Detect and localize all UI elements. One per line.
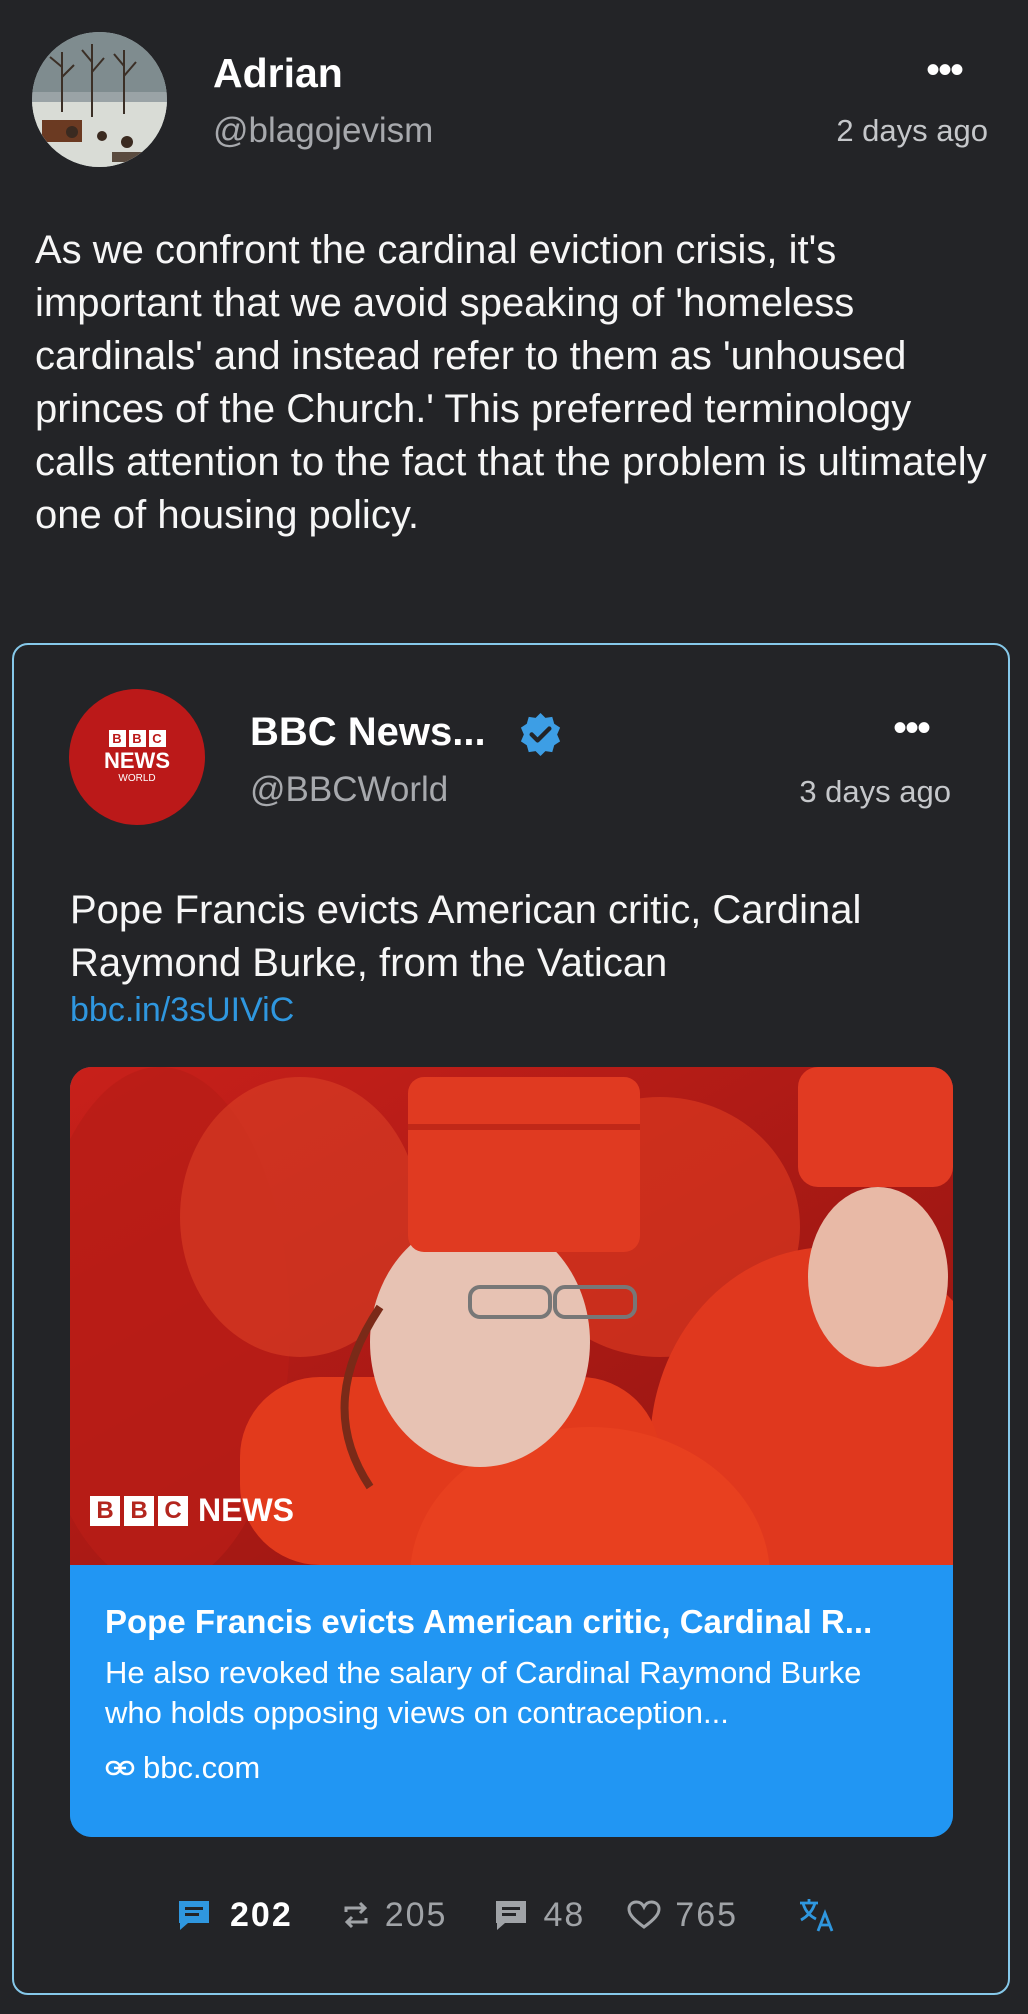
post-timestamp: 2 days ago	[836, 113, 988, 148]
cardinal-photo	[70, 1067, 953, 1565]
author-name[interactable]: Adrian	[213, 50, 343, 97]
link-preview-domain-row: bbc.com	[105, 1750, 260, 1786]
translate-button[interactable]	[798, 1897, 836, 1933]
quoted-author-name[interactable]: BBC News...	[250, 710, 486, 755]
like-count: 765	[675, 1895, 739, 1934]
watermark-letter: B	[90, 1495, 120, 1526]
quoted-author-handle[interactable]: @BBCWorld	[250, 770, 448, 810]
bbc-logo-blocks: B B C	[108, 729, 166, 747]
comment-icon	[496, 1901, 527, 1930]
translate-icon	[800, 1899, 834, 1932]
quoted-post-timestamp: 3 days ago	[799, 774, 951, 809]
quoted-post-link[interactable]: bbc.in/3sUIViC	[70, 991, 294, 1030]
author-handle[interactable]: @blagojevism	[213, 111, 433, 151]
link-preview-image: B B C NEWS	[70, 1067, 953, 1565]
reply-icon	[179, 1901, 209, 1930]
boost-count: 205	[384, 1895, 448, 1934]
reply-count: 202	[230, 1895, 293, 1934]
quoted-post-text: Pope Francis evicts American critic, Car…	[70, 888, 862, 985]
reply-button[interactable]: 202	[176, 1896, 293, 1935]
avatar-painting-image	[32, 32, 167, 167]
link-preview-card[interactable]: B B C NEWS Pope Francis evicts American …	[70, 1067, 953, 1837]
bbc-logo-news: NEWS	[104, 747, 170, 773]
boost-button[interactable]: 205	[341, 1896, 448, 1935]
bbc-logo-letter: B	[108, 729, 126, 747]
link-preview-body: Pope Francis evicts American critic, Car…	[70, 1565, 953, 1837]
link-preview-title: Pope Francis evicts American critic, Car…	[105, 1603, 873, 1640]
author-avatar[interactable]	[32, 32, 167, 167]
link-preview-description: He also revoked the salary of Cardinal R…	[105, 1655, 862, 1730]
action-bar: 202 205 48 765	[176, 1890, 836, 1940]
bbc-logo-world: WORLD	[118, 772, 156, 784]
heart-icon	[627, 1900, 661, 1929]
bbc-logo-letter: B	[128, 729, 146, 747]
bbc-logo-letter: C	[148, 729, 166, 747]
bbc-news-watermark: B B C NEWS	[90, 1492, 294, 1529]
comment-button[interactable]: 48	[493, 1896, 585, 1935]
quoted-more-options-button[interactable]: •••	[893, 706, 931, 751]
more-options-button[interactable]: •••	[926, 48, 964, 93]
boost-icon	[344, 1901, 368, 1929]
watermark-letter: C	[158, 1495, 188, 1526]
comment-count: 48	[543, 1895, 586, 1934]
watermark-news: NEWS	[198, 1492, 294, 1528]
like-button[interactable]: 765	[627, 1896, 738, 1935]
watermark-letter: B	[124, 1495, 154, 1526]
verified-badge-icon	[520, 712, 561, 757]
link-preview-domain: bbc.com	[143, 1750, 261, 1785]
post-text: As we confront the cardinal eviction cri…	[35, 228, 987, 537]
bbc-avatar[interactable]: B B C NEWS WORLD	[69, 689, 205, 825]
link-icon	[105, 1760, 135, 1776]
